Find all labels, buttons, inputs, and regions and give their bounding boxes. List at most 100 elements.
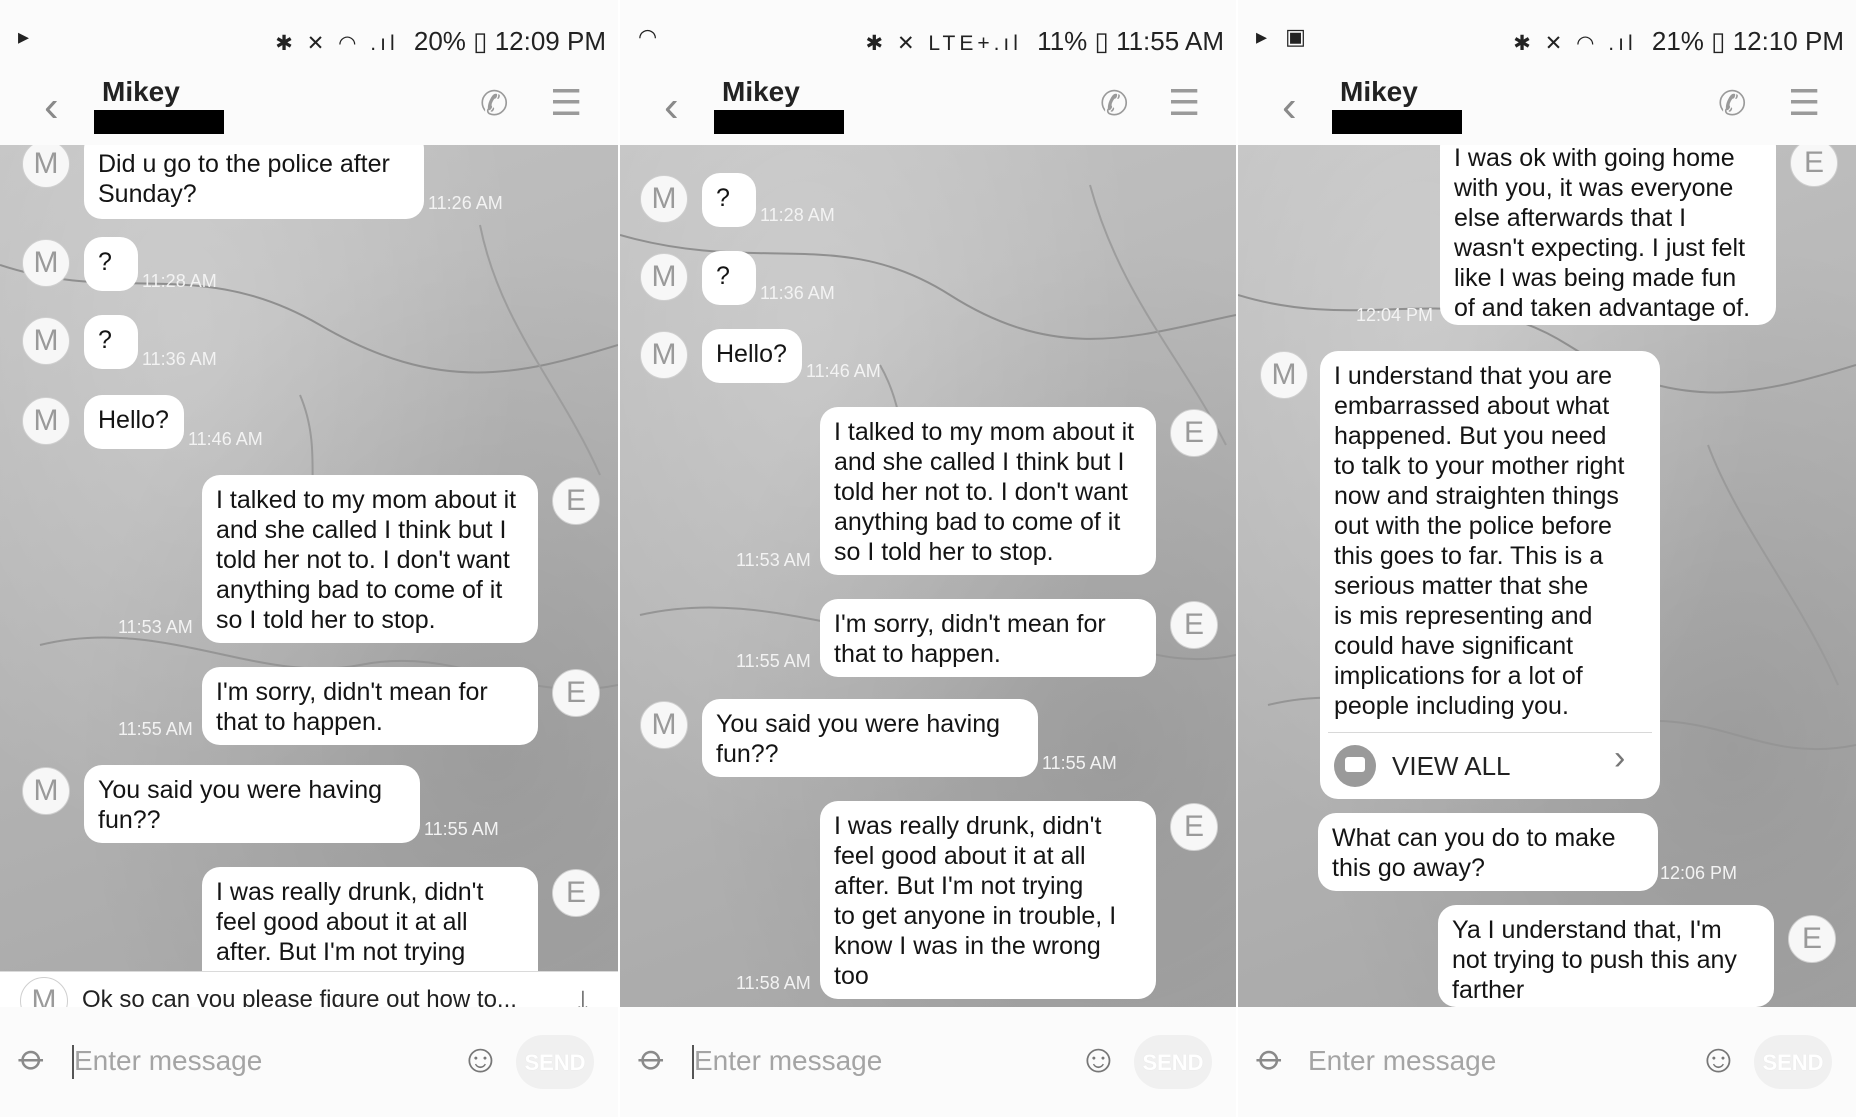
message-bubble: I talked to my mom about it and she call… <box>202 475 538 643</box>
message-bubble: I'm sorry, didn't mean for that to happe… <box>820 599 1156 677</box>
message-time: 11:55 AM <box>736 651 811 671</box>
send-button[interactable]: SEND <box>1134 1035 1212 1089</box>
message-input[interactable] <box>74 1039 434 1083</box>
clock: 12:09 PM <box>494 26 606 56</box>
status-right: ✱ ✕ LTE+.ıl 11% ▯ 11:55 AM <box>866 26 1224 57</box>
message-time: 12:06 PM <box>1660 863 1738 883</box>
new-message-preview[interactable]: M Ok so can you please figure out how to… <box>0 971 618 1007</box>
send-button[interactable]: SEND <box>516 1035 594 1089</box>
redaction-bar <box>1332 110 1462 134</box>
status-right: ✱ ✕ ◠ .ıl 20% ▯ 12:09 PM <box>275 26 606 57</box>
chat-area[interactable]: M ? 11:28 AM M ? 11:36 AM M Hello? 11:46… <box>620 145 1236 1007</box>
avatar-e: E <box>552 669 600 717</box>
attach-icon[interactable]: ⌀ <box>630 1035 675 1080</box>
clock: 11:55 AM <box>1116 26 1224 56</box>
back-arrow-icon[interactable]: ‹ <box>44 82 59 132</box>
avatar-m: M <box>22 239 70 287</box>
notification-icons: ▸ <box>18 24 36 49</box>
conversation-header: ‹ Mikey ✆ ☰ <box>620 70 1236 145</box>
message-input[interactable] <box>1308 1039 1668 1083</box>
emoji-icon[interactable]: ☺ <box>1078 1037 1119 1082</box>
message-input-bar: ⌀ ☺ SEND <box>620 1007 1236 1117</box>
battery-icon: ▯ <box>1711 26 1726 56</box>
message-time: 11:28 AM <box>760 205 835 225</box>
avatar-m: M <box>20 977 68 1007</box>
message-bubble: I was really drunk, didn't feel good abo… <box>820 801 1156 999</box>
message-bubble: Did u go to the police after Sunday? <box>84 145 424 219</box>
message-bubble: What can you do to make this go away? <box>1318 813 1658 891</box>
avatar-m: M <box>22 397 70 445</box>
status-bar: ▸ ▣ ✱ ✕ ◠ .ıl 21% ▯ 12:10 PM <box>1238 0 1856 70</box>
contact-name: Mikey <box>102 76 180 107</box>
signal-icons: ✱ ✕ ◠ .ıl <box>275 32 399 55</box>
message-input[interactable] <box>694 1039 1054 1083</box>
chat-area[interactable]: 12:04 PM I was ok with going home with y… <box>1238 145 1856 1007</box>
screenshot-panel-2: ◠ ✱ ✕ LTE+.ıl 11% ▯ 11:55 AM ‹ Mikey ✆ ☰… <box>620 0 1236 1117</box>
phone-icon[interactable]: ✆ <box>1100 84 1129 124</box>
avatar-e: E <box>1788 915 1836 963</box>
avatar-e: E <box>1790 145 1838 187</box>
emoji-icon[interactable]: ☺ <box>1698 1037 1739 1082</box>
message-bubble: ? <box>702 251 756 305</box>
message-time: 11:46 AM <box>188 429 263 449</box>
message-bubble: I talked to my mom about it and she call… <box>820 407 1156 575</box>
avatar-m: M <box>22 317 70 365</box>
battery-icon: ▯ <box>473 26 488 56</box>
message-bubble: ? <box>84 315 138 369</box>
emoji-icon[interactable]: ☺ <box>460 1037 501 1082</box>
screenshot-panel-1: ▸ ✱ ✕ ◠ .ıl 20% ▯ 12:09 PM ‹ Mikey ✆ ☰ M… <box>0 0 618 1117</box>
message-time: 11:53 AM <box>118 617 193 637</box>
phone-icon[interactable]: ✆ <box>480 84 509 124</box>
avatar-e: E <box>552 477 600 525</box>
conversation-header: ‹ Mikey ✆ ☰ <box>1238 70 1856 145</box>
avatar-m: M <box>1260 351 1308 399</box>
battery-level: 11% <box>1037 26 1088 56</box>
message-time: 11:58 AM <box>736 973 811 993</box>
scroll-down-arrow-icon[interactable]: ↓ <box>574 978 592 1007</box>
message-bubble: You said you were having fun?? <box>84 765 420 843</box>
avatar-m: M <box>640 701 688 749</box>
avatar-m: M <box>640 331 688 379</box>
attach-icon[interactable]: ⌀ <box>10 1035 55 1080</box>
menu-icon[interactable]: ☰ <box>550 82 582 124</box>
battery-level: 21% <box>1651 26 1704 56</box>
status-right: ✱ ✕ ◠ .ıl 21% ▯ 12:10 PM <box>1513 26 1844 57</box>
message-time: 11:36 AM <box>760 283 835 303</box>
message-bubble: Hello? <box>84 395 184 449</box>
avatar-m: M <box>640 253 688 301</box>
menu-icon[interactable]: ☰ <box>1788 82 1820 124</box>
redaction-bar <box>94 110 224 134</box>
back-arrow-icon[interactable]: ‹ <box>664 82 679 132</box>
message-input-bar: ⌀ ☺ SEND <box>0 1007 618 1117</box>
avatar-m: M <box>22 145 70 188</box>
phone-icon[interactable]: ✆ <box>1718 84 1747 124</box>
notification-icons: ▸ ▣ <box>1256 24 1312 49</box>
chevron-right-icon: › <box>1614 739 1626 777</box>
preview-text: Ok so can you please figure out how to..… <box>82 986 517 1007</box>
message-bubble: I was ok with going home with you, it wa… <box>1440 145 1776 325</box>
attach-icon[interactable]: ⌀ <box>1248 1035 1293 1080</box>
contact-name: Mikey <box>722 76 800 107</box>
message-time: 11:55 AM <box>1042 753 1117 773</box>
back-arrow-icon[interactable]: ‹ <box>1282 82 1297 132</box>
message-time: 11:46 AM <box>806 361 881 381</box>
battery-level: 20% <box>413 26 466 56</box>
message-time: 11:26 AM <box>428 193 503 213</box>
message-card: I understand that you are embarrassed ab… <box>1320 351 1660 799</box>
contact-name: Mikey <box>1340 76 1418 107</box>
message-bubble: You said you were having fun?? <box>702 699 1038 777</box>
notification-icons: ◠ <box>638 24 664 49</box>
view-all-label: VIEW ALL <box>1392 751 1511 781</box>
status-bar: ◠ ✱ ✕ LTE+.ıl 11% ▯ 11:55 AM <box>620 0 1236 70</box>
avatar-e: E <box>1170 601 1218 649</box>
signal-icons: ✱ ✕ LTE+.ıl <box>865 32 1022 55</box>
battery-icon: ▯ <box>1094 26 1109 56</box>
message-bubble: ? <box>702 173 756 227</box>
message-bubble: ? <box>84 237 138 291</box>
menu-icon[interactable]: ☰ <box>1168 82 1200 124</box>
conversation-header: ‹ Mikey ✆ ☰ <box>0 70 618 145</box>
send-button[interactable]: SEND <box>1754 1035 1832 1089</box>
view-all-button[interactable]: VIEW ALL › <box>1320 733 1660 799</box>
message-time: 12:04 PM <box>1356 305 1434 325</box>
chat-area[interactable]: M Did u go to the police after Sunday? 1… <box>0 145 618 1007</box>
